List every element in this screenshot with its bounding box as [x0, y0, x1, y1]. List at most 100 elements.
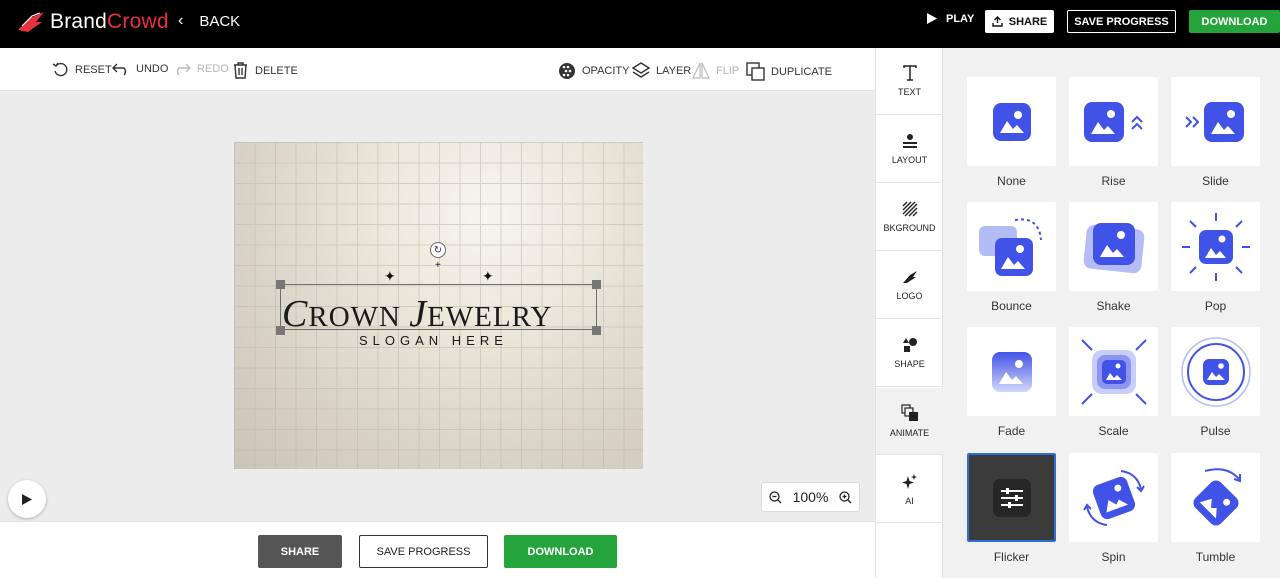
tab-ai[interactable]: AI: [876, 456, 943, 523]
flip-button[interactable]: FLIP: [692, 62, 739, 79]
rotate-handle-icon[interactable]: ↻: [430, 242, 446, 258]
play-icon: [927, 13, 937, 24]
logo-icon: [902, 271, 917, 283]
preview-play-button[interactable]: [8, 480, 46, 518]
animation-label: Flicker: [993, 550, 1030, 564]
duplicate-button[interactable]: DUPLICATE: [746, 62, 832, 81]
text-icon: [902, 65, 917, 81]
reset-button[interactable]: RESET: [52, 62, 112, 78]
sidebar-tabs: TEXT LAYOUT BKGROUND LOGO SHAPE ANIMATE …: [875, 48, 943, 578]
animation-option-rise[interactable]: [1069, 77, 1158, 166]
back-button[interactable]: ‹ BACK: [178, 12, 240, 30]
design-artboard[interactable]: ↻ + ✦ ✦ CROWN JEWELRY SLOGAN HERE: [234, 142, 643, 469]
sparkle-decoration-left: ✦: [384, 268, 396, 284]
brand-bird-icon: [18, 12, 44, 32]
animation-label: Fade: [997, 424, 1026, 438]
shape-icon: [902, 338, 917, 352]
animation-option-fade[interactable]: [967, 327, 1056, 416]
resize-handle-top-right[interactable]: [592, 280, 601, 289]
sparkle-decoration-right: ✦: [482, 268, 494, 284]
animation-option-bounce[interactable]: [967, 202, 1056, 291]
flip-icon: [692, 62, 710, 79]
opacity-icon: [559, 63, 575, 79]
animation-option-spin[interactable]: [1069, 453, 1158, 542]
undo-button[interactable]: UNDO: [112, 62, 168, 76]
duplicate-label: DUPLICATE: [771, 65, 832, 78]
animation-label: Slide: [1202, 174, 1229, 188]
download-label-top: DOWNLOAD: [1201, 15, 1268, 28]
top-bar: BrandCrowd ‹ BACK PLAY SHARE SAVE PROGRE…: [0, 0, 1280, 48]
flip-label: FLIP: [716, 64, 740, 77]
layer-button[interactable]: LAYER: [632, 62, 691, 79]
zoom-in-icon[interactable]: [839, 490, 852, 504]
save-progress-button[interactable]: SAVE PROGRESS: [359, 535, 488, 568]
animation-label: Pop: [1204, 299, 1227, 313]
share-label-top: SHARE: [1008, 15, 1048, 28]
layers-icon: [632, 62, 650, 78]
animation-label: None: [997, 174, 1026, 188]
animation-option-pulse[interactable]: [1171, 327, 1260, 416]
sliders-settings-icon: [992, 478, 1031, 517]
animate-icon: [900, 404, 918, 421]
chevron-left-icon: ‹: [178, 12, 184, 29]
slogan-text[interactable]: SLOGAN HERE: [359, 333, 508, 348]
resize-handle-bottom-right[interactable]: [592, 326, 601, 335]
opacity-button[interactable]: OPACITY: [558, 62, 629, 80]
tab-logo[interactable]: LOGO: [876, 252, 943, 319]
redo-label: REDO: [197, 63, 229, 75]
animation-option-shake[interactable]: [1069, 202, 1158, 291]
tab-background[interactable]: BKGROUND: [876, 184, 943, 251]
animation-label: Scale: [1098, 424, 1129, 438]
back-label: BACK: [199, 12, 241, 30]
download-button-top[interactable]: DOWNLOAD: [1189, 10, 1280, 33]
image-shake-icon: [1083, 222, 1144, 273]
tab-shape[interactable]: SHAPE: [876, 320, 943, 387]
upload-share-icon: [992, 16, 1003, 27]
animation-option-slide[interactable]: [1171, 77, 1260, 166]
download-button[interactable]: DOWNLOAD: [504, 535, 617, 568]
redo-button[interactable]: REDO: [173, 62, 229, 76]
ai-sparkle-icon: [902, 473, 917, 489]
save-label-top: SAVE PROGRESS: [1074, 15, 1169, 28]
background-icon: [902, 201, 917, 217]
animation-option-tumble[interactable]: [1171, 453, 1260, 542]
image-icon: [992, 102, 1031, 141]
delete-button[interactable]: DELETE: [232, 62, 298, 79]
undo-icon: [112, 63, 127, 76]
edit-toolbar: RESET UNDO REDO DELETE OPACITY LAYER FLI…: [0, 48, 875, 91]
image-pulse-icon: [1180, 336, 1251, 407]
tab-animate[interactable]: ANIMATE: [876, 388, 943, 455]
image-slide-icon: [1184, 101, 1244, 142]
animation-label: Shake: [1096, 299, 1131, 313]
animation-label: Tumble: [1195, 550, 1236, 564]
share-button[interactable]: SHARE: [258, 535, 342, 568]
duplicate-icon: [746, 62, 765, 81]
share-button-top[interactable]: SHARE: [985, 10, 1054, 33]
animation-option-flicker[interactable]: [967, 453, 1056, 542]
play-button[interactable]: PLAY: [926, 12, 974, 25]
zoom-out-icon[interactable]: [769, 490, 782, 504]
canvas-area[interactable]: ↻ + ✦ ✦ CROWN JEWELRY SLOGAN HERE: [0, 91, 875, 521]
trash-icon: [234, 62, 247, 79]
tab-layout[interactable]: LAYOUT: [876, 116, 943, 183]
tab-shape-label: SHAPE: [894, 359, 925, 369]
animation-option-none[interactable]: [967, 77, 1056, 166]
tab-layout-label: LAYOUT: [891, 155, 928, 165]
tab-ai-label: AI: [905, 495, 914, 506]
save-progress-button-top[interactable]: SAVE PROGRESS: [1067, 10, 1176, 33]
animation-option-scale[interactable]: [1069, 327, 1158, 416]
selection-box[interactable]: [280, 284, 597, 330]
animation-label: Spin: [1101, 550, 1126, 564]
tab-text[interactable]: TEXT: [876, 48, 943, 115]
image-rise-icon: [1083, 101, 1143, 142]
resize-handle-top-left[interactable]: [276, 280, 285, 289]
zoom-level: 100%: [792, 489, 829, 505]
animation-panel: None Rise Slide Bounce Shake Pop Fade Sc…: [943, 48, 1280, 578]
redo-icon: [176, 63, 191, 76]
sparkle-decoration: +: [435, 260, 441, 271]
delete-label: DELETE: [255, 64, 298, 77]
opacity-label: OPACITY: [582, 65, 630, 77]
brand-logo[interactable]: BrandCrowd: [16, 8, 169, 36]
animation-option-pop[interactable]: [1171, 202, 1260, 291]
resize-handle-bottom-left[interactable]: [276, 326, 285, 335]
